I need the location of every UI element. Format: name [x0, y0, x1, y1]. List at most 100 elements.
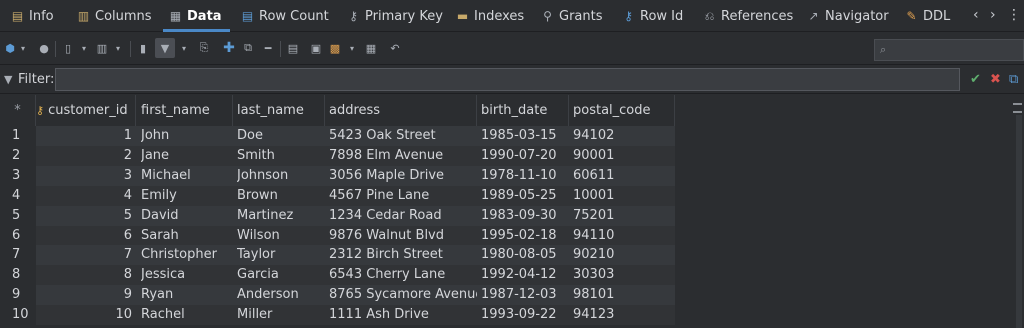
- cell-first-name[interactable]: Rachel: [141, 305, 233, 325]
- cell-last-name[interactable]: Miller: [237, 305, 325, 325]
- table-row[interactable]: 1 1 John Doe 5423 Oak Street 1985-03-15 94102: [0, 126, 675, 146]
- cell-last-name[interactable]: Garcia: [237, 265, 325, 285]
- cell-postal-code[interactable]: 94110: [573, 226, 673, 246]
- grid-corner[interactable]: *: [0, 95, 36, 126]
- tab-scroll-right-icon[interactable]: ›: [990, 7, 996, 23]
- row-number[interactable]: 9: [0, 285, 36, 306]
- cell-postal-code[interactable]: 90001: [573, 146, 673, 166]
- cell-address[interactable]: 9876 Walnut Blvd: [329, 226, 477, 246]
- tab-data[interactable]: ▦ Data: [163, 0, 230, 32]
- cell-last-name[interactable]: Martinez: [237, 206, 325, 226]
- scrollbar-grip-icon[interactable]: [1013, 103, 1022, 113]
- cell-postal-code[interactable]: 98101: [573, 285, 673, 305]
- cell-address[interactable]: 4567 Pine Lane: [329, 186, 477, 206]
- cell-birth-date[interactable]: 1985-03-15: [481, 126, 569, 146]
- record-mode-icon[interactable]: ●: [36, 40, 52, 56]
- cell-last-name[interactable]: Anderson: [237, 285, 325, 305]
- row-number[interactable]: 3: [0, 165, 36, 186]
- column-header-customer-id[interactable]: ⚷ customer_id: [36, 95, 136, 126]
- save-changes-icon[interactable]: ⎘: [196, 40, 212, 56]
- row-number[interactable]: 8: [0, 265, 36, 286]
- cell-customer-id[interactable]: 8: [36, 265, 132, 285]
- cell-postal-code[interactable]: 94102: [573, 126, 673, 146]
- cell-customer-id[interactable]: 10: [36, 305, 132, 325]
- cell-first-name[interactable]: Ryan: [141, 285, 233, 305]
- cell-address[interactable]: 5423 Oak Street: [329, 126, 477, 146]
- cell-birth-date[interactable]: 1995-02-18: [481, 226, 569, 246]
- cell-first-name[interactable]: John: [141, 126, 233, 146]
- cell-birth-date[interactable]: 1989-05-25: [481, 186, 569, 206]
- column-header-birth-date[interactable]: birth_date: [477, 95, 569, 126]
- tab-ddl[interactable]: ✎ DDL: [905, 0, 950, 32]
- cell-birth-date[interactable]: 1990-07-20: [481, 146, 569, 166]
- table-row[interactable]: 8 8 Jessica Garcia 6543 Cherry Lane 1992-04-1…: [0, 265, 675, 286]
- row-number[interactable]: 10: [0, 305, 36, 326]
- panel-toggle-icon[interactable]: ▤: [285, 40, 301, 56]
- cell-address[interactable]: 1111 Ash Drive: [329, 305, 477, 325]
- table-row[interactable]: 10 10 Rachel Miller 1111 Ash Drive 1993-09-22…: [0, 305, 675, 326]
- cell-address[interactable]: 6543 Cherry Lane: [329, 265, 477, 285]
- cell-customer-id[interactable]: 6: [36, 226, 132, 246]
- chevron-down-icon[interactable]: ▾: [344, 40, 360, 56]
- tab-navigator[interactable]: ↗ Navigator: [807, 0, 888, 32]
- panels-icon[interactable]: ▯: [60, 40, 76, 56]
- add-row-icon[interactable]: ✚: [221, 40, 237, 56]
- tab-list-menu-icon[interactable]: ⋮: [1007, 7, 1021, 23]
- chevron-down-icon[interactable]: ▾: [15, 40, 31, 56]
- table-row[interactable]: 3 3 Michael Johnson 3056 Maple Drive 1978-11-…: [0, 165, 675, 186]
- tab-grants[interactable]: ⚲ Grants: [541, 0, 602, 32]
- apply-filter-icon[interactable]: ✔: [970, 72, 981, 87]
- cell-birth-date[interactable]: 1993-09-22: [481, 305, 569, 325]
- cell-first-name[interactable]: Sarah: [141, 226, 233, 246]
- cell-birth-date[interactable]: 1992-04-12: [481, 265, 569, 285]
- row-number[interactable]: 2: [0, 145, 36, 166]
- row-number[interactable]: 4: [0, 185, 36, 206]
- cell-customer-id[interactable]: 3: [36, 166, 132, 186]
- filter-toggle-icon[interactable]: ▼: [155, 38, 175, 58]
- cell-postal-code[interactable]: 60611: [573, 166, 673, 186]
- cell-customer-id[interactable]: 9: [36, 285, 132, 305]
- cell-first-name[interactable]: Jane: [141, 146, 233, 166]
- table-row[interactable]: 7 7 Christopher Taylor 2312 Birch Street 1980…: [0, 245, 675, 266]
- tab-indexes[interactable]: ▬ Indexes: [456, 0, 524, 32]
- row-number[interactable]: 5: [0, 205, 36, 226]
- row-number[interactable]: 7: [0, 245, 36, 266]
- cell-address[interactable]: 3056 Maple Drive: [329, 166, 477, 186]
- cell-last-name[interactable]: Brown: [237, 186, 325, 206]
- cell-postal-code[interactable]: 94123: [573, 305, 673, 325]
- cell-customer-id[interactable]: 7: [36, 245, 132, 265]
- column-header-last-name[interactable]: last_name: [233, 95, 325, 126]
- vertical-scrollbar[interactable]: [1016, 115, 1022, 328]
- tab-row-count[interactable]: ▤ Row Count: [241, 0, 329, 32]
- cell-first-name[interactable]: Michael: [141, 166, 233, 186]
- tab-scroll-left-icon[interactable]: ‹: [973, 7, 979, 23]
- cell-address[interactable]: 7898 Elm Avenue: [329, 146, 477, 166]
- table-row[interactable]: 9 9 Ryan Anderson 8765 Sycamore Avenue 1987-1…: [0, 285, 675, 306]
- chevron-down-icon[interactable]: ▾: [176, 40, 192, 56]
- cell-birth-date[interactable]: 1978-11-10: [481, 166, 569, 186]
- chevron-down-icon[interactable]: ▾: [76, 40, 92, 56]
- column-header-address[interactable]: address: [325, 95, 477, 126]
- column-header-postal-code[interactable]: postal_code: [569, 95, 675, 126]
- chevron-down-icon[interactable]: ▾: [110, 40, 126, 56]
- copy-row-icon[interactable]: ⧉: [240, 40, 256, 56]
- table-row[interactable]: 5 5 David Martinez 1234 Cedar Road 1983-09-30…: [0, 205, 675, 226]
- cell-postal-code[interactable]: 10001: [573, 186, 673, 206]
- cell-customer-id[interactable]: 2: [36, 146, 132, 166]
- delete-row-icon[interactable]: ━: [260, 40, 276, 56]
- cell-birth-date[interactable]: 1980-08-05: [481, 245, 569, 265]
- cell-customer-id[interactable]: 1: [36, 126, 132, 146]
- cell-postal-code[interactable]: 30303: [573, 265, 673, 285]
- table-row[interactable]: 4 4 Emily Brown 4567 Pine Lane 1989-05-25 1000…: [0, 185, 675, 206]
- row-number[interactable]: 1: [0, 126, 36, 146]
- export-icon[interactable]: ▣: [308, 40, 324, 56]
- table-row[interactable]: 6 6 Sarah Wilson 9876 Walnut Blvd 1995-02-18 9…: [0, 225, 675, 246]
- grid-view-icon[interactable]: ▮: [135, 40, 151, 56]
- cell-last-name[interactable]: Johnson: [237, 166, 325, 186]
- tab-info[interactable]: ▤ Info: [11, 0, 54, 32]
- cell-address[interactable]: 8765 Sycamore Avenue: [329, 285, 477, 305]
- cell-customer-id[interactable]: 4: [36, 186, 132, 206]
- cell-address[interactable]: 2312 Birch Street: [329, 245, 477, 265]
- cell-first-name[interactable]: David: [141, 206, 233, 226]
- tab-references[interactable]: ⎌ References: [703, 0, 794, 32]
